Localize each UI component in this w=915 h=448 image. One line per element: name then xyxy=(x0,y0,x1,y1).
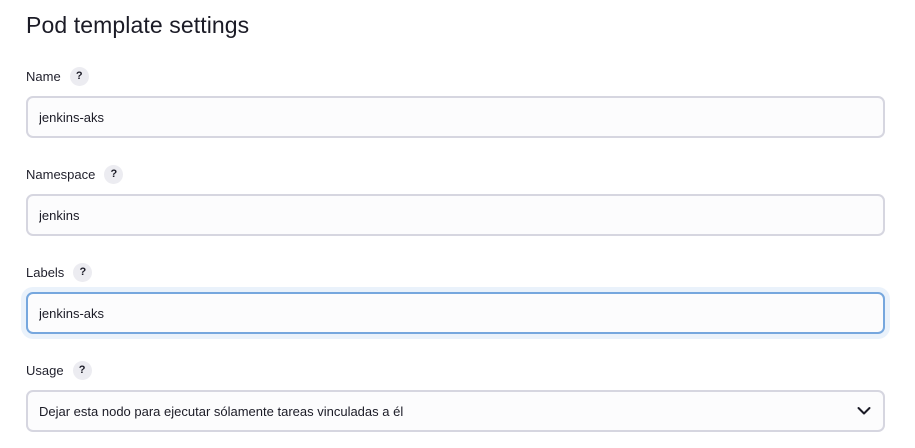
name-help-icon[interactable]: ? xyxy=(69,66,89,86)
usage-label: Usage xyxy=(26,362,64,378)
namespace-input[interactable] xyxy=(26,194,885,236)
labels-input[interactable] xyxy=(26,292,885,334)
namespace-label: Namespace xyxy=(26,166,96,182)
labels-field-group: Labels ? xyxy=(26,262,885,334)
namespace-label-row: Namespace ? xyxy=(26,164,885,184)
labels-help-icon[interactable]: ? xyxy=(73,262,93,282)
name-label-row: Name ? xyxy=(26,66,885,86)
labels-label-row: Labels ? xyxy=(26,262,885,282)
name-label: Name xyxy=(26,68,61,84)
name-field-group: Name ? xyxy=(26,66,885,138)
chevron-down-icon xyxy=(857,407,871,415)
usage-help-icon[interactable]: ? xyxy=(72,360,92,380)
usage-selected-value: Dejar esta nodo para ejecutar sólamente … xyxy=(39,403,404,419)
usage-select[interactable]: Dejar esta nodo para ejecutar sólamente … xyxy=(26,390,885,432)
namespace-field-group: Namespace ? xyxy=(26,164,885,236)
name-input[interactable] xyxy=(26,96,885,138)
pod-template-settings-panel: Pod template settings Name ? Namespace ?… xyxy=(0,0,915,448)
page-title: Pod template settings xyxy=(26,12,250,38)
labels-label: Labels xyxy=(26,264,65,280)
usage-field-group: Usage ? Dejar esta nodo para ejecutar só… xyxy=(26,360,885,432)
namespace-help-icon[interactable]: ? xyxy=(104,164,124,184)
usage-label-row: Usage ? xyxy=(26,360,885,380)
